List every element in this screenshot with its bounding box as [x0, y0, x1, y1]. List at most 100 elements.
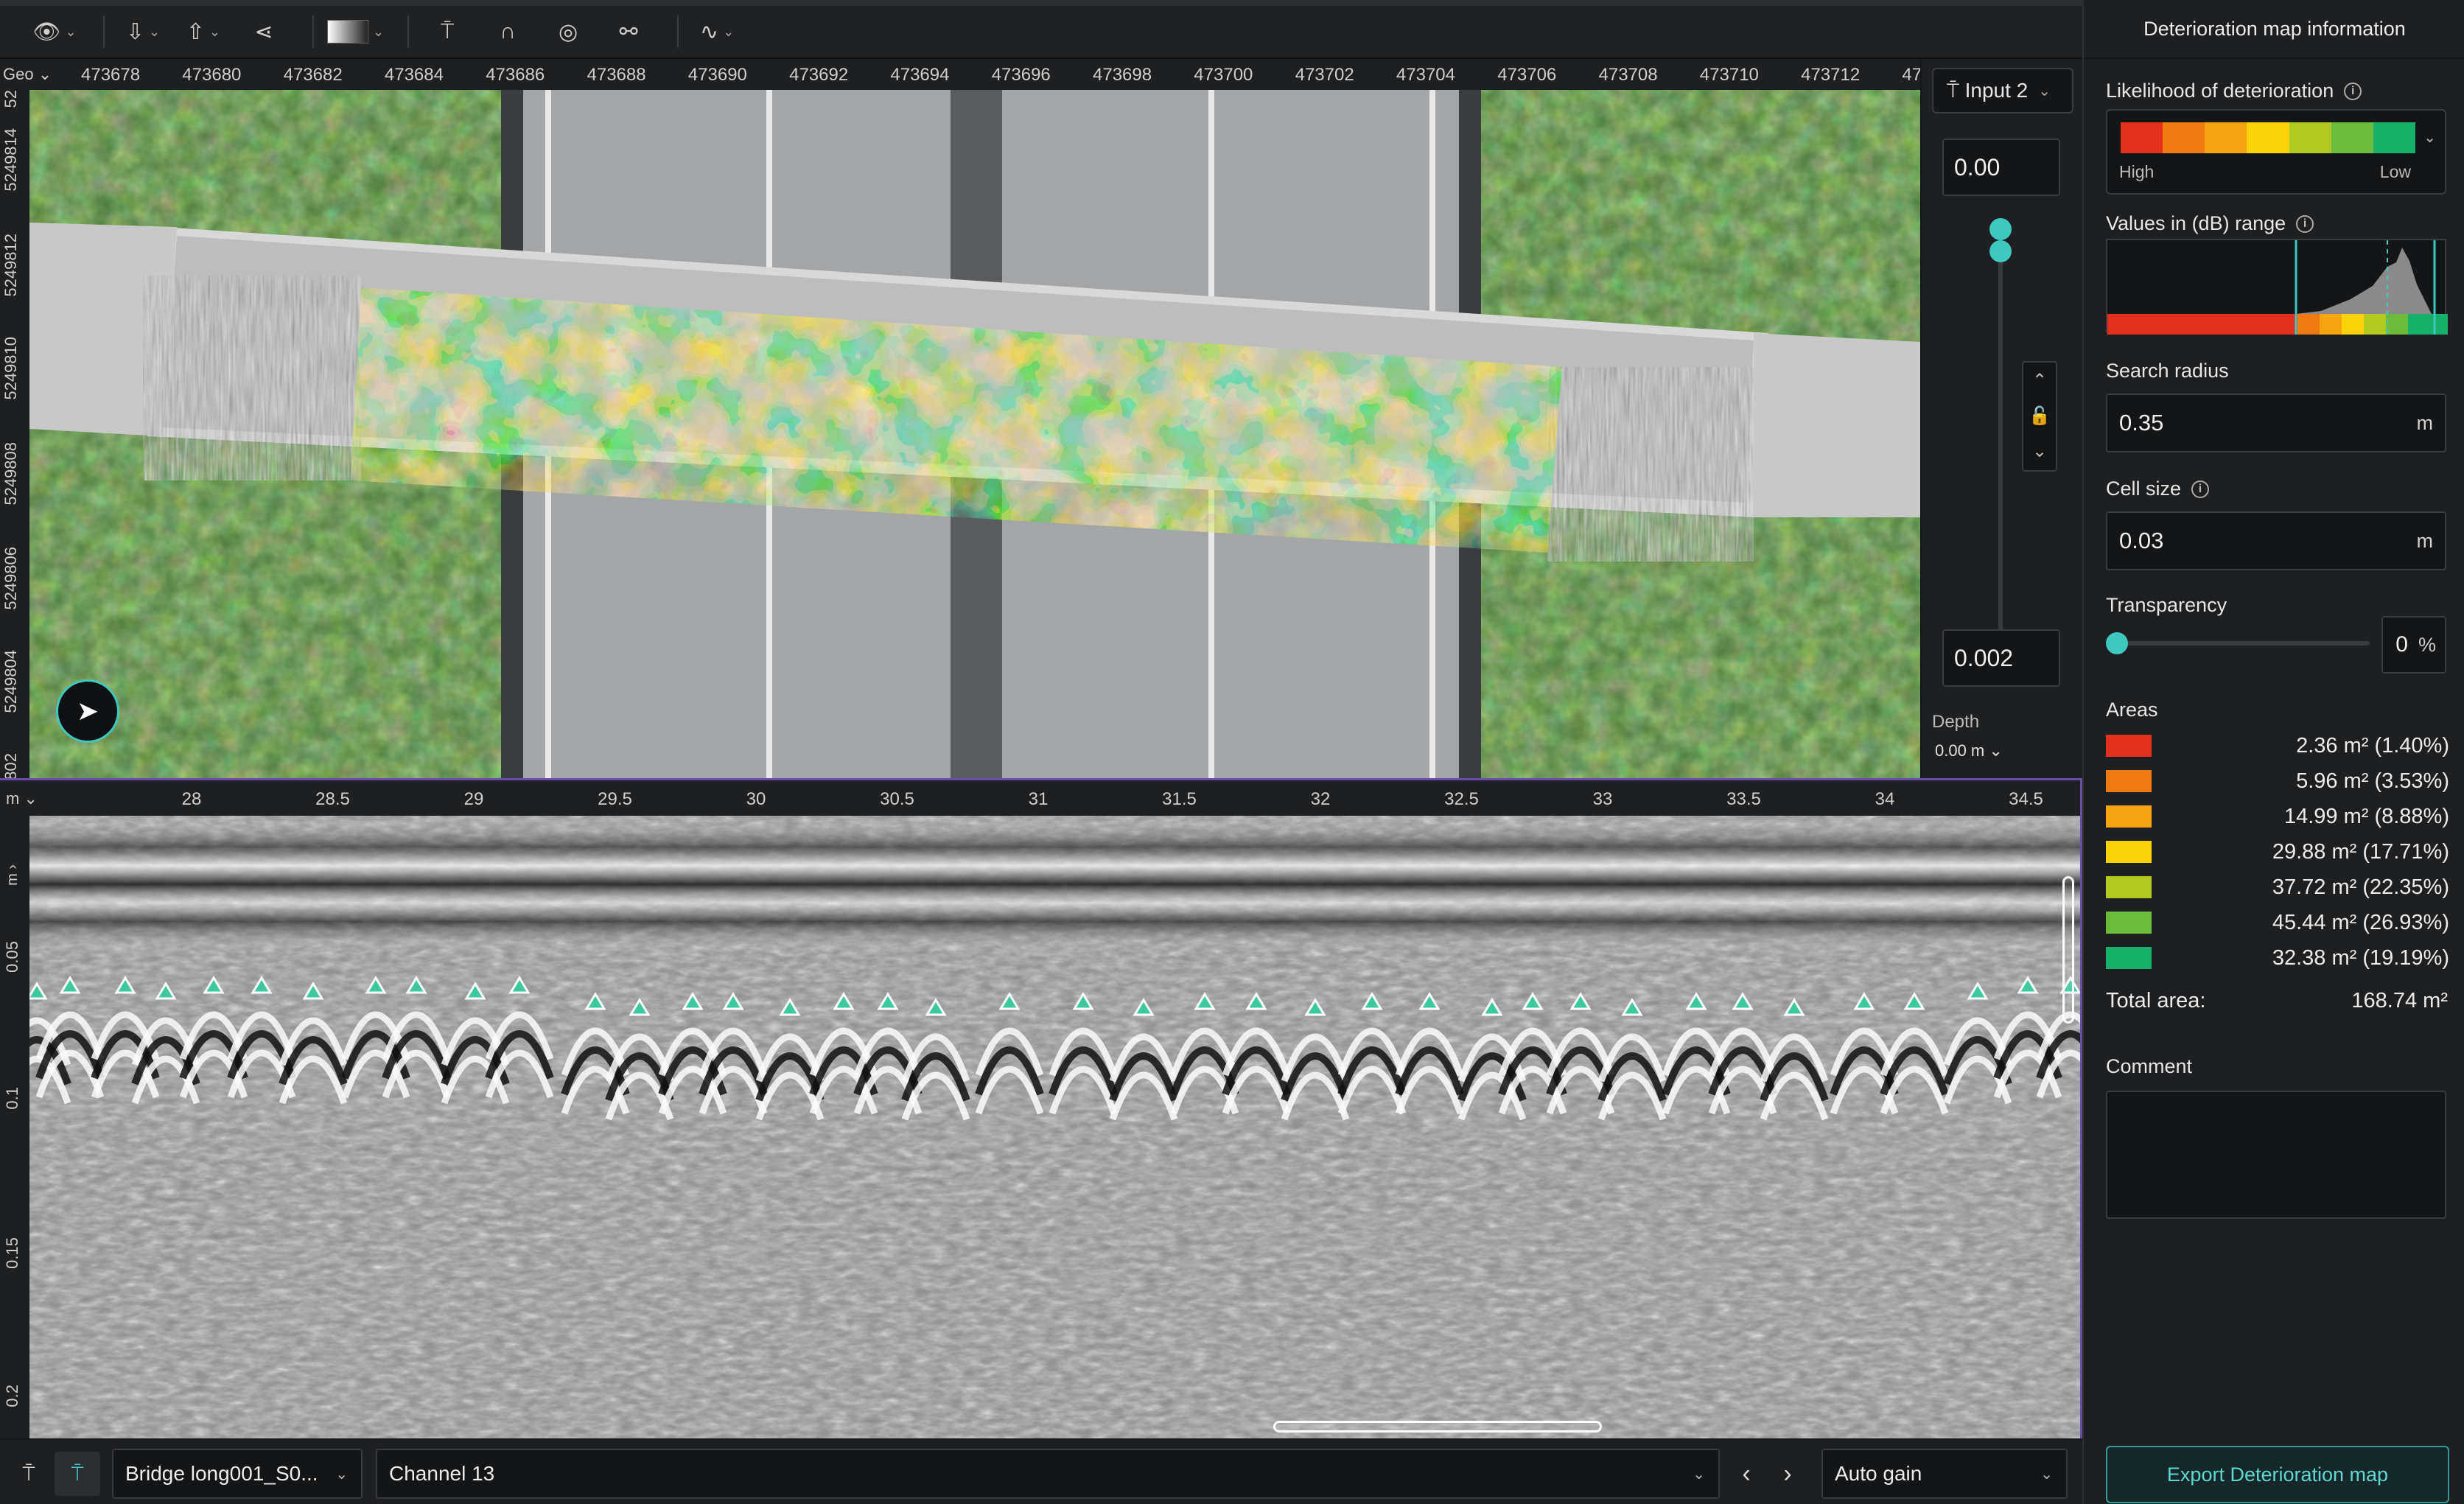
distance-tick: 34	[1875, 789, 1895, 809]
import-icon[interactable]: ⇩ ⌄	[118, 11, 168, 52]
chevron-down-icon: ⌄	[335, 1466, 348, 1483]
pin-icon[interactable]: ⍑	[422, 11, 472, 52]
search-radius-label: Search radius	[2106, 360, 2229, 382]
depth-slider-bottom-handle[interactable]	[1989, 240, 2012, 262]
aerial-map[interactable]: ➤	[29, 90, 1920, 778]
likelihood-scale-step	[2373, 122, 2415, 153]
easting-tick: 473680	[182, 65, 242, 85]
easting-tick: 473692	[789, 65, 849, 85]
depth-dropdown[interactable]: 0.00 m ⌄	[1935, 741, 2003, 760]
easting-tick: 473696	[991, 65, 1051, 85]
distance-tick: 32.5	[1444, 789, 1479, 809]
info-icon[interactable]: i	[2191, 480, 2210, 498]
search-radius-value: 0.35	[2119, 410, 2164, 436]
vertical-scrollbar[interactable]	[2062, 876, 2074, 1024]
cell-size-input[interactable]: 0.03 m	[2106, 511, 2446, 570]
file-select[interactable]: Bridge long001_S0... ⌄	[112, 1449, 363, 1499]
depth-slider-top-handle[interactable]	[1989, 218, 2012, 240]
distance-ruler: m ⌄ 28 28.5 29 29.5 30 30.5 31 31.5 32 32.5 33 33.5…	[0, 780, 2080, 816]
gain-select[interactable]: Auto gain ⌄	[1821, 1449, 2068, 1499]
previous-channel-button[interactable]: ‹	[1727, 1449, 1765, 1499]
map-area: Geo ⌄ 473678 473680 473682 473684 473686 4736…	[0, 59, 1942, 780]
navigation-arrow-icon[interactable]: ➤	[56, 679, 119, 743]
horizontal-scrollbar[interactable]	[1273, 1421, 1602, 1433]
area-row: 2.36 m² (1.40%)	[2106, 730, 2449, 762]
geo-label[interactable]: Geo ⌄	[3, 65, 52, 84]
chevron-down-icon: ⌄	[2038, 83, 2051, 99]
distance-tick: 30.5	[880, 789, 914, 809]
share-icon[interactable]: ⋖	[239, 11, 289, 52]
chevron-down-icon[interactable]: ⌄	[2023, 433, 2056, 469]
pin-icon[interactable]: ⍑	[6, 1452, 52, 1496]
northing-ruler: 52 5249814 5249812 5249810 5249808 5249806 524…	[0, 90, 29, 780]
northing-tick: 5249808	[1, 442, 20, 506]
likelihood-low-label: Low	[2379, 162, 2411, 181]
northing-tick: 5249814	[1, 128, 20, 192]
radar-depth-unit: m ›	[4, 864, 21, 886]
lock-icon[interactable]: 🔓	[2023, 398, 2056, 433]
transparency-slider-handle[interactable]	[2106, 632, 2128, 654]
easting-tick: 473694	[890, 65, 950, 85]
radargram-canvas	[29, 816, 2080, 1438]
area-value: 32.38 m² (19.19%)	[2272, 945, 2449, 970]
radar-depth-tick: 0.15	[3, 1237, 21, 1269]
area-color-swatch	[2106, 876, 2152, 898]
area-color-swatch	[2106, 841, 2152, 863]
distance-tick: 33.5	[1726, 789, 1761, 809]
values-histogram[interactable]	[2106, 239, 2448, 335]
easting-tick: 473710	[1699, 65, 1759, 85]
likelihood-color-scale	[2121, 122, 2415, 153]
likelihood-scale-step	[2331, 122, 2373, 153]
network-icon[interactable]: ⚯	[603, 11, 654, 52]
next-channel-button[interactable]: ›	[1768, 1449, 1807, 1499]
pin-active-icon[interactable]: ⍑	[55, 1452, 100, 1496]
gradient-icon[interactable]: ⌄	[327, 11, 384, 52]
channel-select[interactable]: Channel 13 ⌄	[376, 1449, 1720, 1499]
likelihood-color-select[interactable]: High Low ⌄	[2106, 109, 2446, 195]
radargram-area: m ⌄ 28 28.5 29 29.5 30 30.5 31 31.5 32 32.5 33 33.5…	[0, 778, 2082, 1438]
main-toolbar: 👁 ⌄ ⇩ ⌄ ⇧ ⌄ ⋖ ⌄ ⍑ ∩ ◎ ⚯ ∿ ⌄	[0, 0, 2082, 59]
distance-tick: 32	[1310, 789, 1331, 809]
info-icon[interactable]: i	[2344, 82, 2362, 100]
depth-column: ⍑ Input 2 ⌄ 0.00 ⌃ 🔓 ⌄ 0.002 Depth 0.00 …	[1920, 59, 2082, 778]
hyperbola-icon[interactable]: ∩	[483, 11, 533, 52]
depth-bottom-field[interactable]: 0.002	[1942, 629, 2060, 687]
values-range-label-text: Values in (dB) range	[2106, 212, 2286, 234]
easting-tick: 473690	[687, 65, 747, 85]
area-color-swatch	[2106, 947, 2152, 969]
distance-tick: 31.5	[1162, 789, 1197, 809]
export-icon[interactable]: ⇧ ⌄	[178, 11, 228, 52]
area-value: 5.96 m² (3.53%)	[2296, 769, 2449, 793]
area-value: 2.36 m² (1.40%)	[2296, 733, 2449, 758]
transparency-value: 0	[2395, 632, 2408, 657]
depth-top-field[interactable]: 0.00	[1942, 139, 2060, 196]
radar-depth-tick: 0.1	[3, 1087, 21, 1110]
likelihood-scale-step	[2205, 122, 2247, 153]
easting-tick: 473708	[1598, 65, 1658, 85]
info-icon[interactable]: i	[2296, 214, 2314, 233]
distance-unit-select[interactable]: m ⌄	[6, 789, 38, 808]
areas-label: Areas	[2106, 699, 2158, 721]
transparency-slider-track[interactable]	[2115, 641, 2370, 646]
radargram-view[interactable]	[29, 816, 2080, 1438]
toolbar-divider	[677, 15, 679, 48]
area-row: 32.38 m² (19.19%)	[2106, 942, 2449, 974]
search-radius-input[interactable]: 0.35 m	[2106, 394, 2446, 452]
comment-field[interactable]	[2106, 1091, 2446, 1219]
chevron-up-icon[interactable]: ⌃	[2023, 363, 2056, 398]
transparency-input[interactable]: 0 %	[2381, 616, 2446, 674]
comment-label: Comment	[2106, 1055, 2193, 1077]
export-deterioration-map-button[interactable]: Export Deterioration map	[2106, 1446, 2449, 1503]
input-select[interactable]: ⍑ Input 2 ⌄	[1932, 68, 2073, 113]
likelihood-high-label: High	[2119, 162, 2155, 181]
eye-icon[interactable]: 👁 ⌄	[29, 11, 80, 52]
cell-size-label-text: Cell size	[2106, 478, 2182, 500]
aerial-map-canvas	[29, 90, 1920, 778]
total-area-value: 168.74 m²	[2351, 989, 2448, 1012]
target-icon[interactable]: ◎	[543, 11, 593, 52]
easting-ruler: Geo ⌄ 473678 473680 473682 473684 473686 4736…	[0, 59, 1942, 90]
distance-tick: 29	[463, 789, 484, 809]
depth-slider-track[interactable]	[1998, 228, 2003, 663]
interpolate-icon[interactable]: ∿ ⌄	[692, 11, 742, 52]
northing-tick: 802	[1, 753, 20, 780]
